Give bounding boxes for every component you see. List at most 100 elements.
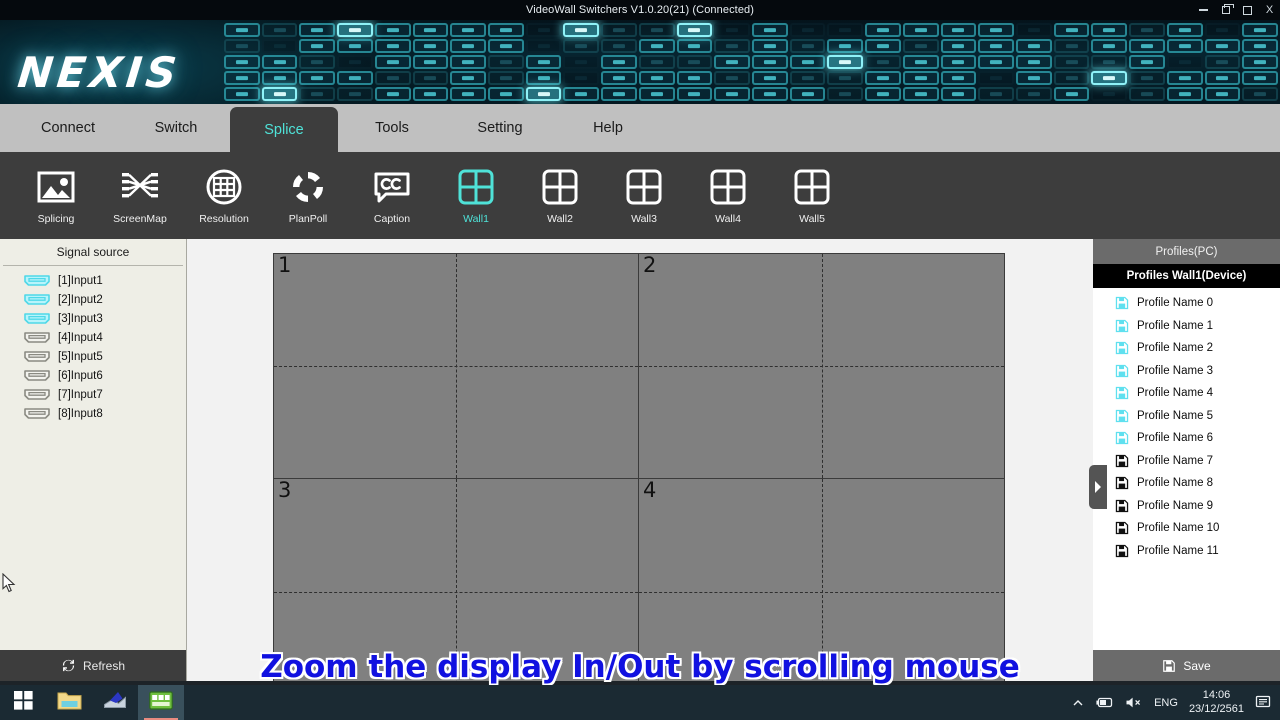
banner-tile [261, 87, 298, 101]
notification-icon[interactable] [1255, 695, 1272, 710]
banner-tile [337, 71, 373, 85]
minimize-button[interactable] [1197, 4, 1210, 17]
signal-source-item[interactable]: [6]Input6 [3, 366, 183, 385]
profile-item[interactable]: Profile Name 9 [1093, 495, 1280, 518]
tool-button-screenmap[interactable]: ScreenMap [98, 156, 182, 236]
banner-tile [902, 55, 939, 69]
wall-screen[interactable]: 1 [274, 254, 639, 479]
banner-tile [224, 39, 260, 53]
clock[interactable]: 14:06 23/12/2561 [1189, 689, 1244, 717]
profile-item[interactable]: Profile Name 6 [1093, 427, 1280, 450]
wall-screen[interactable]: 2 [639, 254, 1004, 479]
start-button[interactable] [0, 685, 46, 720]
profile-item[interactable]: Profile Name 8 [1093, 472, 1280, 495]
screen-subdivision-line [274, 591, 638, 593]
save-button[interactable]: Save [1093, 650, 1280, 681]
wall-button-wall1[interactable]: Wall1 [434, 156, 518, 236]
refresh-circle-icon [288, 167, 328, 207]
banner-tile [865, 23, 901, 37]
volume-muted-icon[interactable] [1125, 696, 1143, 709]
tool-button-planpoll[interactable]: PlanPoll [266, 156, 350, 236]
signal-source-item[interactable]: [1]Input1 [3, 271, 183, 290]
profile-item[interactable]: Profile Name 5 [1093, 405, 1280, 428]
banner-tile [752, 23, 788, 37]
banner-tile [978, 87, 1014, 101]
signal-source-item[interactable]: [2]Input2 [3, 290, 183, 309]
wall-screen-number: 4 [643, 478, 657, 502]
banner-tile [978, 71, 1014, 85]
refresh-icon [61, 658, 76, 673]
profile-item[interactable]: Profile Name 0 [1093, 292, 1280, 315]
refresh-label: Refresh [82, 658, 126, 673]
banner-tile [714, 39, 750, 53]
menu-tab-tools[interactable]: Tools [338, 104, 446, 152]
signal-source-item[interactable]: [3]Input3 [3, 309, 183, 328]
profile-item[interactable]: Profile Name 7 [1093, 450, 1280, 473]
file-explorer[interactable] [46, 685, 92, 720]
menu-tab-setting[interactable]: Setting [446, 104, 554, 152]
profile-item[interactable]: Profile Name 3 [1093, 360, 1280, 383]
banner-tile [1166, 71, 1203, 85]
banner-tile [1204, 55, 1241, 69]
profiles-collapse-toggle[interactable] [1089, 465, 1107, 509]
refresh-button[interactable]: Refresh [0, 650, 186, 681]
tool-button-caption[interactable]: Caption [350, 156, 434, 236]
tool-button-resolution[interactable]: Resolution [182, 156, 266, 236]
signal-source-header: Signal source [56, 245, 130, 259]
banner-tile [299, 71, 336, 85]
wall-button-wall3[interactable]: Wall3 [602, 156, 686, 236]
menu-tab-switch[interactable]: Switch [122, 104, 230, 152]
banner-tile [676, 87, 713, 101]
language-indicator[interactable]: ENG [1154, 697, 1178, 709]
profile-item[interactable]: Profile Name 2 [1093, 337, 1280, 360]
maximize-button[interactable] [1241, 4, 1254, 17]
profile-label: Profile Name 8 [1137, 477, 1214, 490]
profile-item[interactable]: Profile Name 4 [1093, 382, 1280, 405]
signal-source-label: [8]Input8 [58, 407, 103, 420]
wall-button-wall5[interactable]: Wall5 [770, 156, 854, 236]
wall-canvas-area[interactable]: 1 2 3 4 [187, 239, 1093, 681]
wall-button-wall2[interactable]: Wall2 [518, 156, 602, 236]
hdmi-port-icon [23, 369, 51, 382]
wall-screen[interactable]: 4 [639, 479, 1004, 681]
banner-tile [450, 87, 486, 101]
banner-tile [752, 39, 788, 53]
banner-tile [638, 55, 675, 69]
video-wall[interactable]: 1 2 3 4 [273, 253, 1005, 681]
banner-tile [563, 55, 600, 69]
videowall-app[interactable] [138, 685, 184, 720]
signal-source-item[interactable]: [4]Input4 [3, 328, 183, 347]
tool-button-splicing[interactable]: Splicing [14, 156, 98, 236]
signal-source-item[interactable]: [5]Input5 [3, 347, 183, 366]
profile-label: Profile Name 2 [1137, 342, 1214, 355]
banner-tile [902, 71, 939, 85]
battery-icon[interactable] [1095, 696, 1114, 709]
signal-source-item[interactable]: [8]Input8 [3, 404, 183, 423]
hdmi-port-icon [23, 350, 51, 363]
banner-tile [789, 23, 826, 37]
menu-tab-connect[interactable]: Connect [14, 104, 122, 152]
banner-tile [752, 87, 788, 101]
signal-source-label: [1]Input1 [58, 274, 103, 287]
wall-screen[interactable]: 3 [274, 479, 639, 681]
close-button[interactable]: X [1263, 4, 1276, 17]
wall-button-label: Wall5 [799, 212, 825, 225]
profile-item[interactable]: Profile Name 11 [1093, 540, 1280, 563]
banner-tile [224, 87, 260, 101]
signal-source-label: [5]Input5 [58, 350, 103, 363]
menu-tab-splice[interactable]: Splice [230, 107, 338, 152]
chevron-up-icon[interactable] [1072, 697, 1084, 709]
app-blue[interactable] [92, 685, 138, 720]
menu-bar: Connect Switch Splice Tools Setting Help [0, 104, 1280, 152]
wall-button-wall4[interactable]: Wall4 [686, 156, 770, 236]
menu-tab-help[interactable]: Help [554, 104, 662, 152]
profile-item[interactable]: Profile Name 1 [1093, 315, 1280, 338]
banner-tile [412, 23, 449, 37]
signal-source-item[interactable]: [7]Input7 [3, 385, 183, 404]
banner-tile [224, 23, 260, 37]
banner-tile [1016, 87, 1052, 101]
banner-tile [412, 87, 449, 101]
restore-button[interactable] [1219, 4, 1234, 17]
signal-source-panel: Signal source [1]Input1 [2]Input2 [3]Inp… [0, 239, 187, 681]
profile-item[interactable]: Profile Name 10 [1093, 517, 1280, 540]
